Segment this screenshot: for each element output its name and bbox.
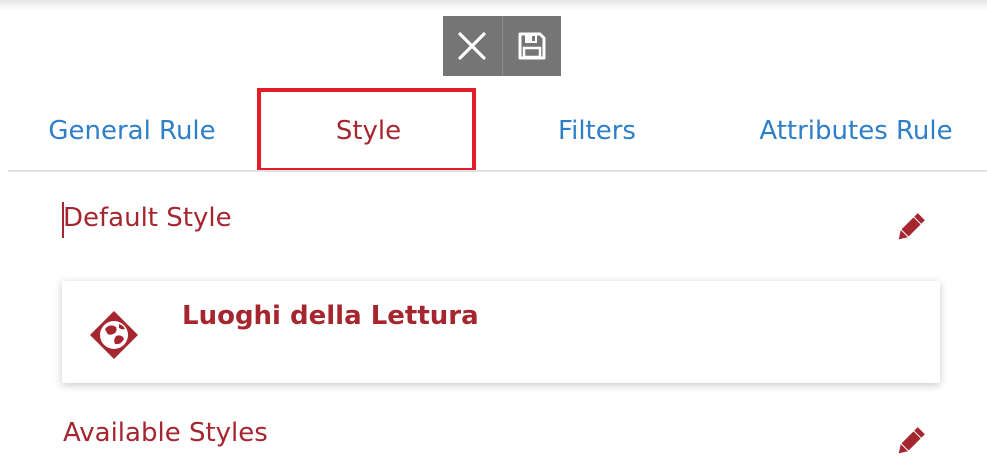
tab-general-rule[interactable]: General Rule [14, 92, 250, 170]
close-icon [458, 32, 486, 60]
default-style-card[interactable]: Luoghi della Lettura [62, 281, 940, 383]
rule-toolbar [443, 16, 561, 76]
globe-layer-icon [90, 311, 138, 359]
tab-attributes-rule[interactable]: Attributes Rule [718, 92, 987, 170]
close-button[interactable] [443, 16, 502, 76]
top-shadow [0, 0, 987, 10]
default-style-name: Luoghi della Lettura [182, 301, 479, 331]
tab-filters[interactable]: Filters [487, 92, 707, 170]
available-styles-label: Available Styles [63, 418, 268, 448]
pencil-icon[interactable] [893, 425, 927, 459]
default-style-label: Default Style [63, 203, 232, 233]
tabs-divider [8, 170, 987, 172]
floppy-disk-icon [518, 32, 546, 60]
active-tab-highlight [257, 88, 476, 172]
pencil-icon[interactable] [893, 211, 927, 245]
save-button[interactable] [501, 16, 561, 76]
rule-tabs: General Rule Style Filters Attributes Ru… [0, 92, 987, 170]
